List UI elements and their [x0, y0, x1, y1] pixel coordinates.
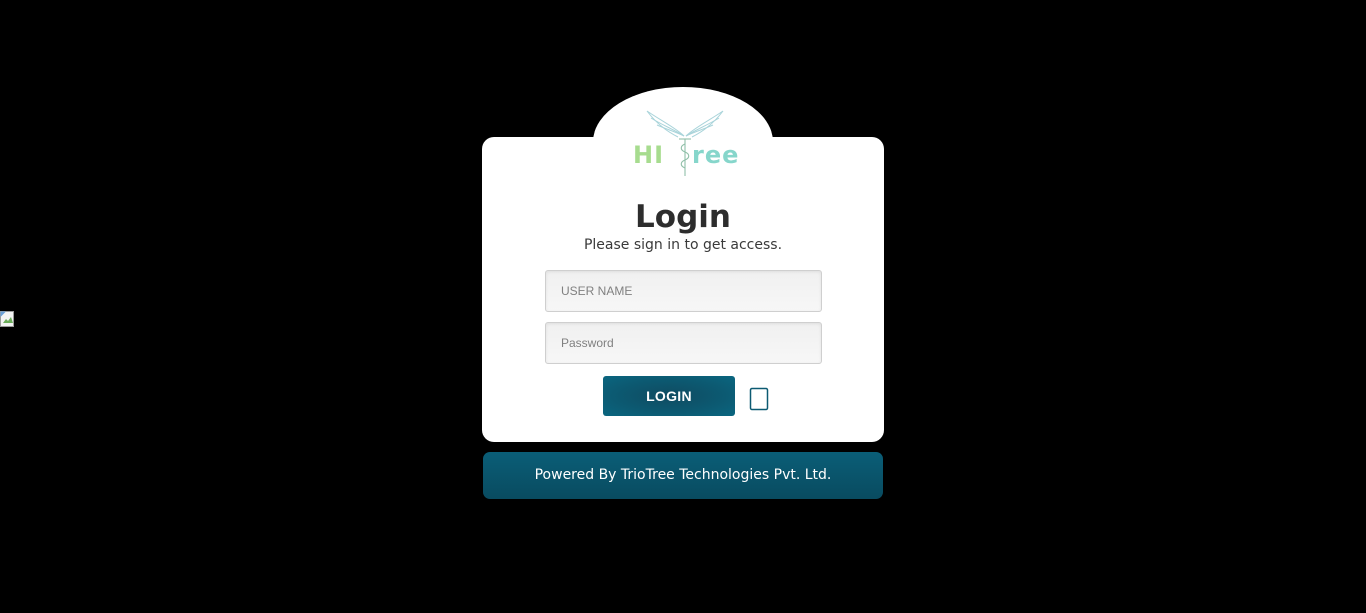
powered-by-footer: Powered By TrioTree Technologies Pvt. Lt…: [483, 452, 883, 499]
logo-text-right: ree: [692, 141, 739, 169]
page-subtitle: Please sign in to get access.: [583, 237, 783, 253]
broken-image-icon: [0, 311, 14, 327]
username-input[interactable]: [545, 270, 822, 312]
login-page: HI ree Login Please sign in to get acces…: [0, 0, 1366, 613]
password-input[interactable]: [545, 322, 822, 364]
logo-text-left: HI: [633, 141, 664, 169]
hitree-logo: HI ree: [633, 110, 739, 176]
login-button[interactable]: LOGIN: [603, 376, 735, 416]
mobile-device-icon[interactable]: [749, 387, 769, 411]
page-title: Login: [635, 199, 731, 235]
